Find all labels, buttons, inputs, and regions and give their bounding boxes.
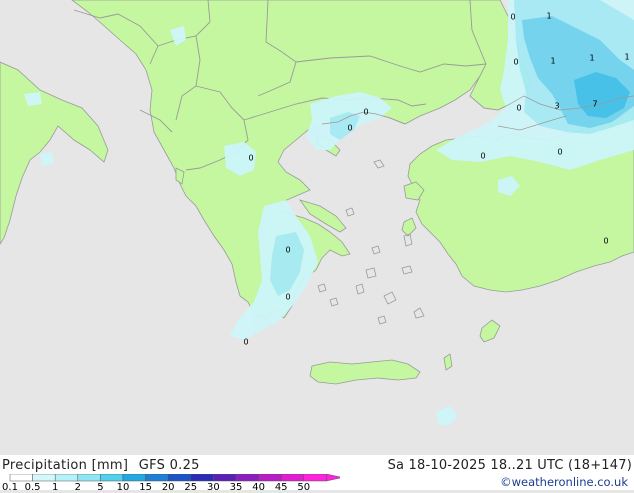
color-scale-swatch [145,474,169,482]
grid-value: 0 [480,152,485,161]
color-scale-tick: 45 [274,482,288,493]
color-scale-tick: 40 [252,482,265,493]
color-scale-tick: 1 [52,482,59,493]
grid-value: 0 [363,108,368,117]
color-scale-swatch [303,474,327,482]
legend-title: Precipitation [mm] GFS 0.25 [2,458,200,473]
color-scale-swatch [54,474,79,482]
grid-value: 0 [557,148,562,157]
grid-value: 3 [554,102,559,111]
color-scale-swatch [9,474,33,482]
color-scale-tick: 10 [116,482,130,493]
valid-time: Sa 18-10-2025 18..21 UTC (18+147) [387,458,632,473]
grid-value: 0 [603,237,608,246]
color-scale-tick: 35 [229,482,243,493]
color-scale-tick: 15 [139,482,152,493]
color-scale-tick: 30 [207,482,220,493]
grid-value: 1 [550,57,555,66]
color-scale-swatch [280,474,305,482]
grid-value: 0 [347,124,352,133]
color-scale-arrow [326,474,340,482]
color-scale-bar [9,474,340,482]
color-scale-swatch [167,474,192,482]
color-scale-swatch [100,474,124,482]
color-scale-tick: 50 [297,482,311,493]
grid-value: 0 [243,338,248,347]
color-scale-swatch [122,474,146,482]
grid-value: 0 [510,13,515,22]
grid-value: 1 [589,54,594,63]
color-scale-swatch [235,474,259,482]
color-scale-tick: 25 [184,482,198,493]
grid-value: 1 [546,12,551,21]
color-scale-tick: 20 [161,482,175,493]
legend-footer: Precipitation [mm] GFS 0.25 Sa 18-10-202… [0,455,634,493]
color-scale-tick: 5 [97,482,104,493]
grid-value: 0 [513,58,518,67]
model-name: GFS 0.25 [138,458,200,473]
precip-area [40,152,54,166]
grid-value: 0 [285,246,290,255]
grid-value: 0 [248,154,253,163]
color-scale-swatch [213,474,237,482]
color-scale-swatch [190,474,214,482]
grid-value: 0 [516,104,521,113]
grid-value: 7 [592,100,597,109]
legend-title-text: Precipitation [mm] [2,458,129,473]
color-scale-tick: 0.5 [24,482,41,493]
map-canvas: 0 1 0 1 1 1 0 3 7 0 0 0 0 0 0 0 0 0 [0,0,634,455]
grid-value: 1 [624,53,629,62]
color-scale: 0.1 0.5 1 2 5 10 15 20 25 30 35 40 45 50 [0,474,340,493]
color-scale-tick: 0.1 [2,482,18,493]
weather-map: 0 1 0 1 1 1 0 3 7 0 0 0 0 0 0 0 0 0 [0,0,634,455]
color-scale-tick: 2 [74,482,81,493]
color-scale-swatch [258,474,282,482]
color-scale-swatch [32,474,56,482]
credit-link[interactable]: ©weatheronline.co.uk [500,475,628,489]
grid-value: 0 [285,293,290,302]
color-scale-swatch [77,474,101,482]
